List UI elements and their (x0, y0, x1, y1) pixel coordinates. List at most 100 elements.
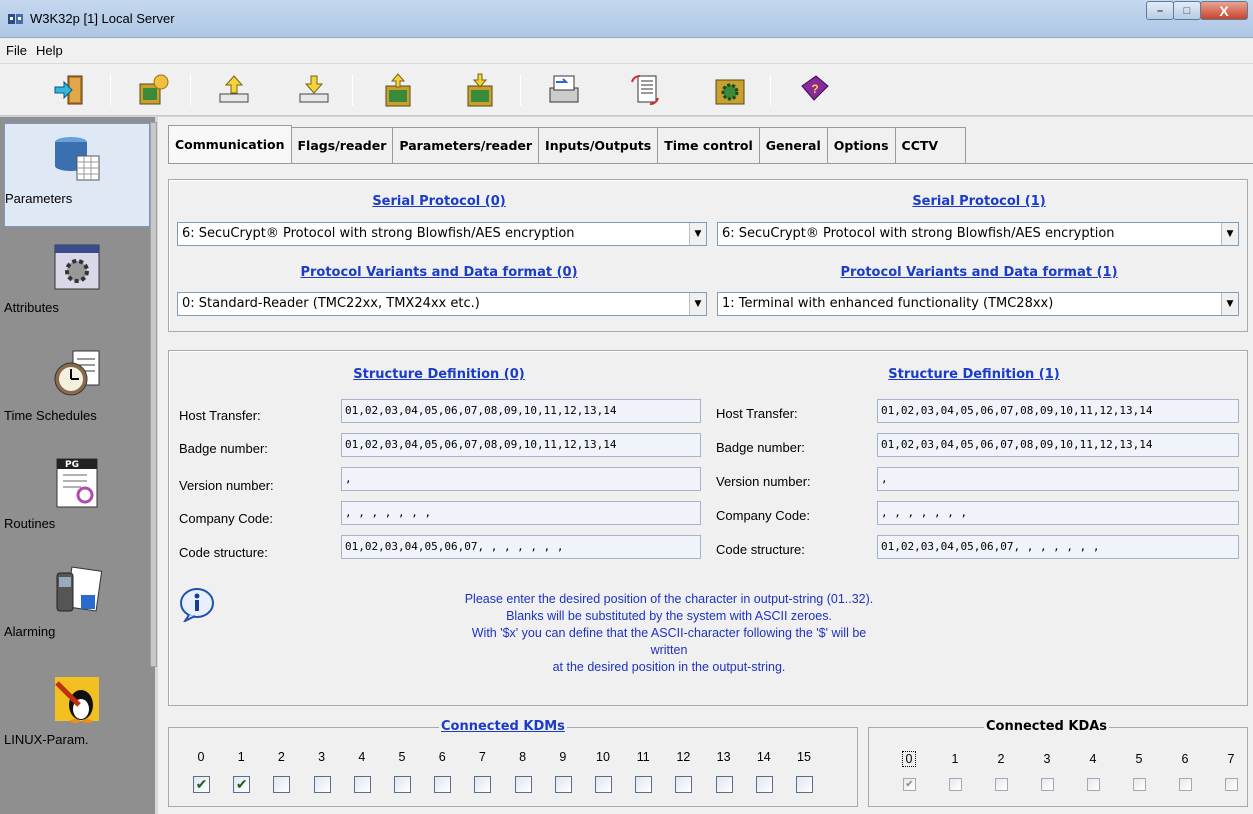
company-code-1-field[interactable]: , , , , , , , (877, 501, 1239, 525)
kdm-checkbox-5[interactable] (394, 776, 411, 793)
host-transfer-0-field[interactable]: 01,02,03,04,05,06,07,08,09,10,11,12,13,1… (341, 399, 701, 423)
kdm-checkbox-7[interactable] (474, 776, 492, 793)
tab-general[interactable]: General (759, 127, 828, 163)
window-title: W3K32p [1] Local Server (30, 11, 175, 26)
structure-help-text: Please enter the desired position of the… (459, 591, 879, 676)
kdm-number-label: 6 (438, 750, 446, 764)
chevron-down-icon[interactable]: ▼ (1221, 293, 1238, 315)
code-structure-0-field[interactable]: 01,02,03,04,05,06,07, , , , , , , (341, 535, 701, 559)
kda-checkbox-5[interactable] (1133, 778, 1146, 791)
minimize-button[interactable]: – (1146, 1, 1174, 20)
kdm-checkbox-14[interactable] (755, 776, 773, 793)
kdm-checkbox-12[interactable] (675, 776, 693, 793)
tab-parameters-reader[interactable]: Parameters/reader (393, 127, 540, 163)
kdm-checkbox-8[interactable] (514, 776, 532, 793)
document-sync-icon[interactable] (626, 70, 666, 110)
tab-options[interactable]: Options (827, 127, 896, 163)
kdm-checkbox-15[interactable] (796, 776, 813, 793)
svg-text:PG: PG (65, 460, 79, 470)
sidebar-item-time-schedules[interactable]: Time Schedules (4, 341, 150, 445)
version-number-1-label: Version number: (716, 474, 811, 489)
tab-flags-reader[interactable]: Flags/reader (291, 127, 394, 163)
chevron-down-icon[interactable]: ▼ (689, 223, 706, 245)
kda-checkbox-7[interactable] (1225, 778, 1238, 791)
maximize-button[interactable]: □ (1173, 1, 1201, 20)
protocol-variant-0-select[interactable]: 0: Standard-Reader (TMC22xx, TMX24xx etc… (177, 292, 707, 316)
kdm-number-label: 13 (716, 750, 731, 764)
kdm-number-label: 2 (277, 750, 285, 764)
reader-info-icon[interactable] (134, 70, 174, 110)
serial-protocol-0-select[interactable]: 6: SecuCrypt® Protocol with strong Blowf… (177, 222, 707, 246)
badge-number-1-field[interactable]: 01,02,03,04,05,06,07,08,09,10,11,12,13,1… (877, 433, 1239, 457)
kdm-number-label: 11 (636, 750, 650, 764)
sidebar-scrollbar[interactable] (150, 122, 157, 667)
reader-gear-icon[interactable] (710, 70, 750, 110)
sidebar-item-parameters[interactable]: Parameters (4, 123, 150, 227)
menu-help[interactable]: Help (36, 43, 63, 58)
help-book-icon[interactable]: ? (794, 70, 834, 110)
sidebar-item-alarming[interactable]: Alarming (4, 557, 150, 661)
help-line: Please enter the desired position of the… (464, 592, 874, 606)
sidebar-item-label: Time Schedules (4, 408, 97, 423)
badge-number-0-label: Badge number: (179, 441, 268, 456)
version-number-1-field[interactable]: , (877, 467, 1239, 491)
title-bar: W3K32p [1] Local Server – □ X (0, 0, 1253, 38)
exit-door-icon[interactable] (50, 70, 90, 110)
kdm-checkbox-10[interactable] (595, 776, 612, 793)
chevron-down-icon[interactable]: ▼ (1221, 223, 1238, 245)
kda-checkbox-4[interactable] (1087, 778, 1100, 791)
sidebar-item-routines[interactable]: PG Routines (4, 449, 150, 553)
kdm-checkbox-11[interactable] (635, 776, 653, 793)
svg-text:?: ? (811, 82, 818, 96)
protocol-variant-0-value: 0: Standard-Reader (TMC22xx, TMX24xx etc… (182, 296, 480, 311)
kdm-number-label: 0 (197, 750, 205, 764)
kdm-checkbox-0[interactable] (193, 776, 210, 793)
kdm-checkbox-13[interactable] (715, 776, 733, 793)
kdm-checkbox-6[interactable] (434, 776, 452, 793)
kda-checkbox-6[interactable] (1179, 778, 1192, 791)
chevron-down-icon[interactable]: ▼ (689, 293, 706, 315)
badge-number-0-field[interactable]: 01,02,03,04,05,06,07,08,09,10,11,12,13,1… (341, 433, 701, 457)
kdm-number-label: 3 (318, 750, 326, 764)
kda-checkbox-1[interactable] (949, 778, 962, 791)
serial-protocol-1-select[interactable]: 6: SecuCrypt® Protocol with strong Blowf… (717, 222, 1239, 246)
upload-icon[interactable] (214, 70, 254, 110)
tab-inputs-outputs[interactable]: Inputs/Outputs (539, 127, 659, 163)
sidebar-item-label: Parameters (5, 191, 73, 206)
connected-kdms-group: Connected KDMs 0123456789101112131415 (168, 719, 858, 807)
kdm-checkbox-4[interactable] (353, 776, 371, 793)
code-structure-1-field[interactable]: 01,02,03,04,05,06,07, , , , , , , (877, 535, 1239, 559)
protocol-variant-1-select[interactable]: 1: Terminal with enhanced functionality … (717, 292, 1239, 316)
kda-checkbox-3[interactable] (1041, 778, 1054, 791)
tab-communication[interactable]: Communication (168, 125, 292, 163)
kdm-checkbox-2[interactable] (273, 776, 291, 793)
sidebar-item-label: Routines (4, 516, 56, 531)
kda-checkbox-0[interactable] (903, 778, 916, 791)
kdm-checkbox-3[interactable] (313, 776, 331, 793)
help-line: Blanks will be substituted by the system… (506, 609, 832, 623)
download-reader-icon[interactable] (460, 70, 500, 110)
company-code-0-field[interactable]: , , , , , , , (341, 501, 701, 525)
download-icon[interactable] (294, 70, 334, 110)
kdm-number-label: 7 (478, 750, 486, 764)
close-button[interactable]: X (1200, 1, 1248, 20)
sidebar-item-linux-param[interactable]: LINUX-Param. (4, 665, 150, 769)
host-transfer-1-field[interactable]: 01,02,03,04,05,06,07,08,09,10,11,12,13,1… (877, 399, 1239, 423)
version-number-0-field[interactable]: , (341, 467, 701, 491)
company-code-0-label: Company Code: (179, 511, 273, 526)
tab-cctv[interactable]: CCTV (895, 127, 966, 163)
sidebar-item-attributes[interactable]: Attributes (4, 233, 150, 337)
kda-checkbox-2[interactable] (995, 778, 1008, 791)
tab-time-control[interactable]: Time control (658, 127, 760, 163)
menu-file[interactable]: File (6, 43, 27, 58)
clock-schedule-icon (54, 350, 100, 396)
kdm-number-label: 15 (797, 750, 811, 764)
kdm-checkbox-9[interactable] (554, 776, 572, 793)
transfer-icon[interactable] (544, 70, 584, 110)
upload-reader-icon[interactable] (378, 70, 418, 110)
help-line: at the desired position in the output-st… (552, 660, 786, 674)
kda-number-label: 4 (1089, 752, 1097, 766)
kdm-number-label: 8 (519, 750, 527, 764)
kdm-number-label: 12 (676, 750, 691, 764)
kdm-checkbox-1[interactable] (233, 776, 251, 793)
